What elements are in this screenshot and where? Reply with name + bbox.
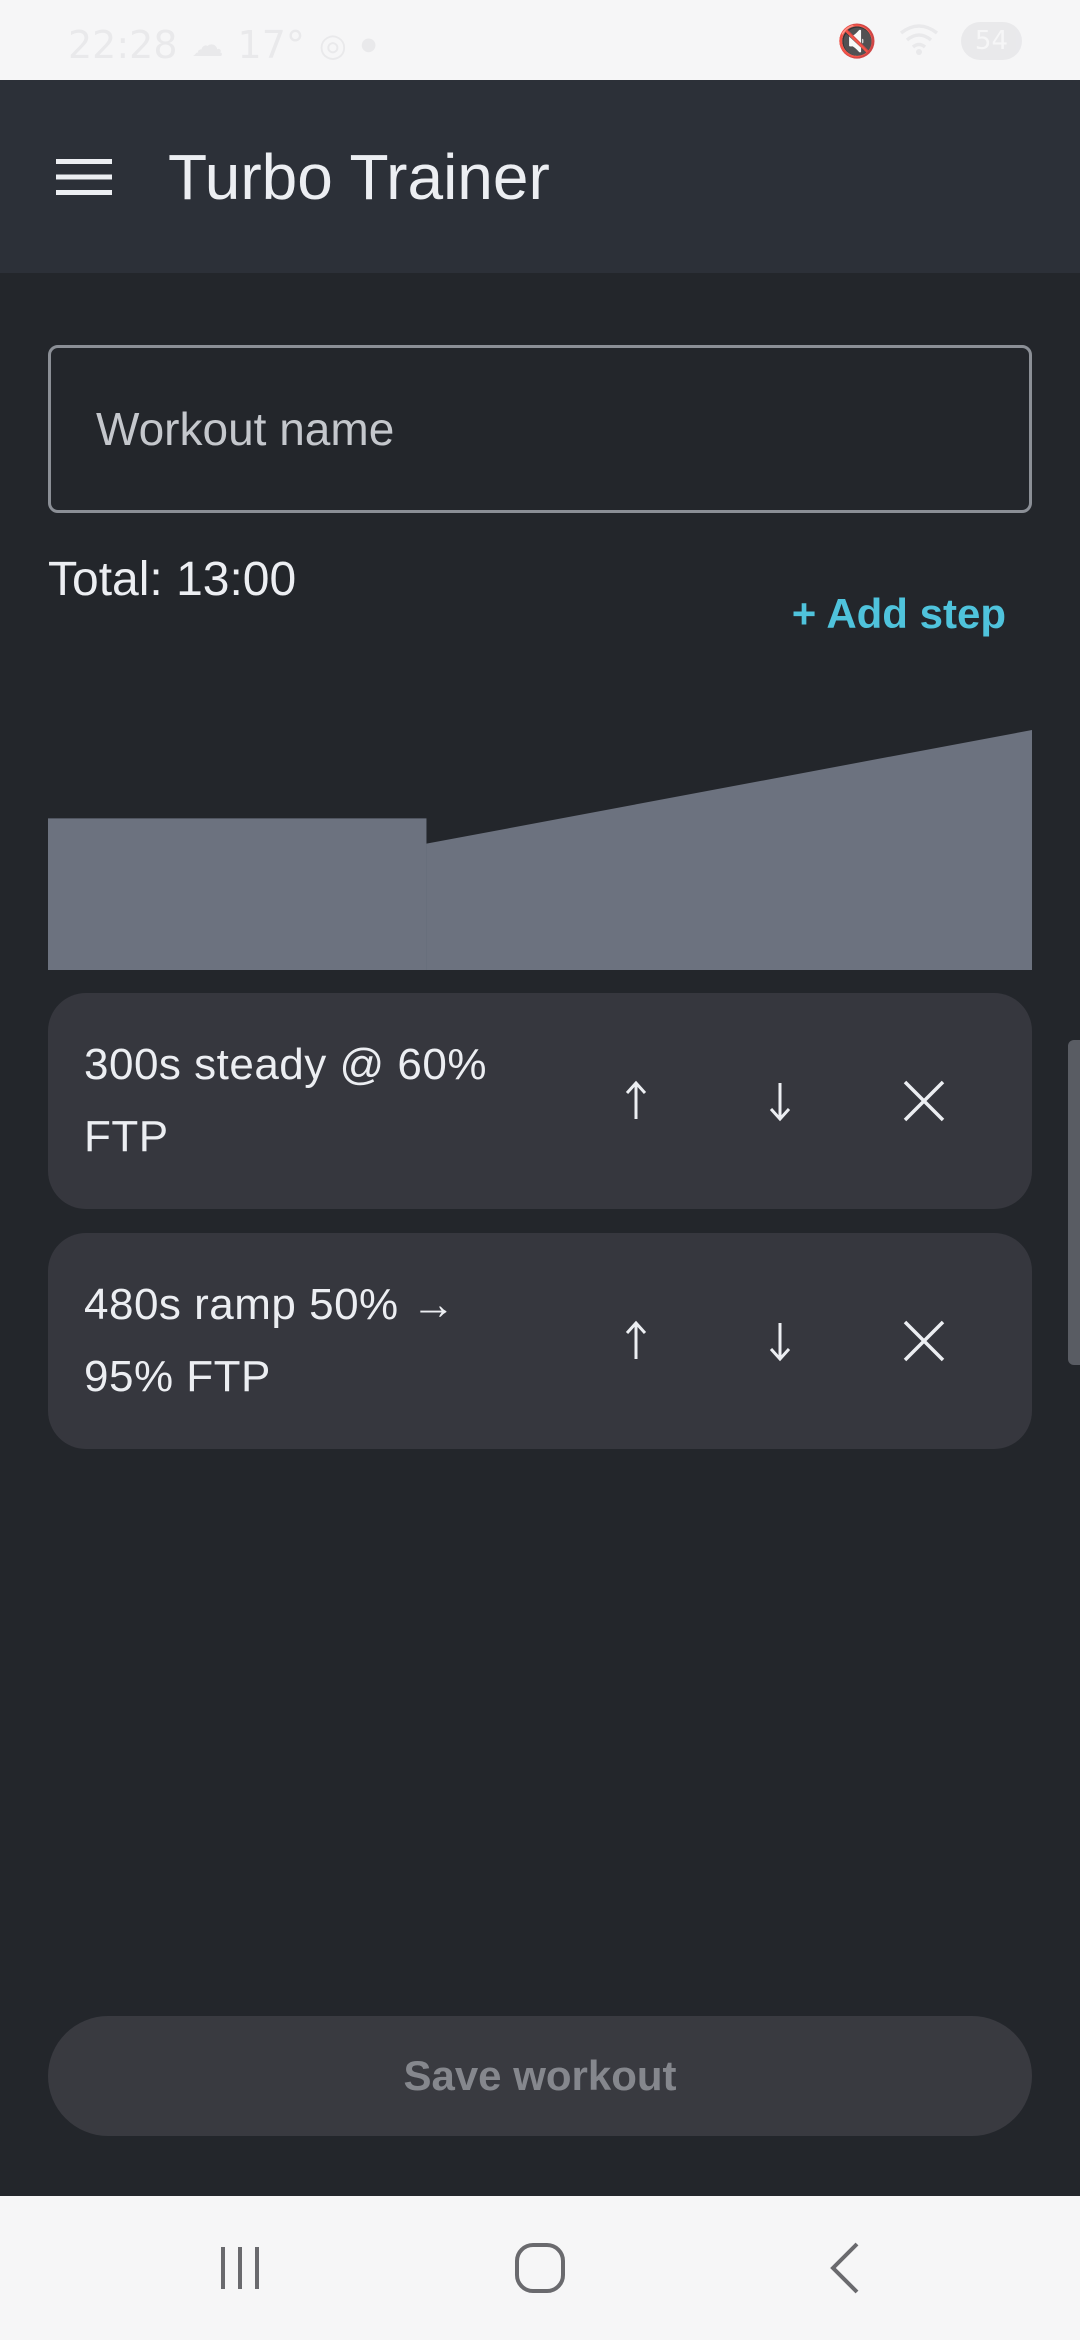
step-label: 480s ramp 50% → 95% FTP <box>84 1280 456 1401</box>
menu-icon <box>56 159 112 195</box>
delete-step-button[interactable] <box>874 1051 974 1151</box>
workout-profile-chart <box>48 730 1032 970</box>
move-step-up-button[interactable] <box>586 1051 686 1151</box>
cloud-icon: ☁ <box>191 26 224 64</box>
workout-name-input[interactable] <box>51 348 1029 510</box>
home-button[interactable] <box>490 2228 590 2308</box>
add-step-button[interactable]: + Add step <box>792 590 1006 638</box>
status-bar: 22:28 ☁ 17° ◎ ● 🔇 54 <box>0 0 1080 80</box>
scrollbar-thumb[interactable] <box>1068 1040 1080 1365</box>
menu-button[interactable] <box>40 137 128 217</box>
dot-icon: ● <box>360 34 377 55</box>
chart-segment-steady <box>48 818 427 970</box>
chart-segment-ramp <box>426 730 1032 970</box>
save-workout-button[interactable]: Save workout <box>48 2016 1032 2136</box>
close-icon <box>903 1080 945 1122</box>
arrow-down-icon <box>769 1323 791 1362</box>
status-time: 22:28 <box>68 23 178 67</box>
total-duration: Total: 13:00 <box>48 553 297 606</box>
wifi-icon <box>899 23 939 60</box>
recents-icon <box>221 2247 259 2289</box>
recents-button[interactable] <box>190 2228 290 2308</box>
location-icon: ◎ <box>318 26 347 64</box>
back-icon <box>830 2242 859 2294</box>
battery-level: 54 <box>974 26 1008 56</box>
navigation-bar <box>0 2196 1080 2340</box>
status-left: 22:28 ☁ 17° ◎ ● <box>68 26 377 64</box>
battery-icon: 54 <box>960 22 1022 60</box>
arrow-down-icon <box>769 1083 791 1122</box>
move-step-down-button[interactable] <box>730 1291 830 1391</box>
status-right: 🔇 54 <box>837 22 1022 60</box>
step-label: 300s steady @ 60% FTP <box>84 1040 487 1161</box>
home-icon <box>515 2243 565 2293</box>
delete-step-button[interactable] <box>874 1291 974 1391</box>
arrow-up-icon <box>625 1320 647 1359</box>
workout-name-field[interactable] <box>48 345 1032 513</box>
chart-svg <box>48 730 1032 970</box>
back-button[interactable] <box>795 2228 895 2308</box>
move-step-down-button[interactable] <box>730 1051 830 1151</box>
app-title: Turbo Trainer <box>168 141 550 213</box>
app-bar: Turbo Trainer <box>0 80 1080 273</box>
arrow-up-icon <box>625 1080 647 1119</box>
status-temperature: 17° <box>237 23 305 67</box>
step-card: 480s ramp 50% → 95% FTP <box>48 1233 1032 1449</box>
step-card: 300s steady @ 60% FTP <box>48 993 1032 1209</box>
mute-icon: 🔇 <box>837 22 877 60</box>
move-step-up-button[interactable] <box>586 1291 686 1391</box>
close-icon <box>903 1320 945 1362</box>
